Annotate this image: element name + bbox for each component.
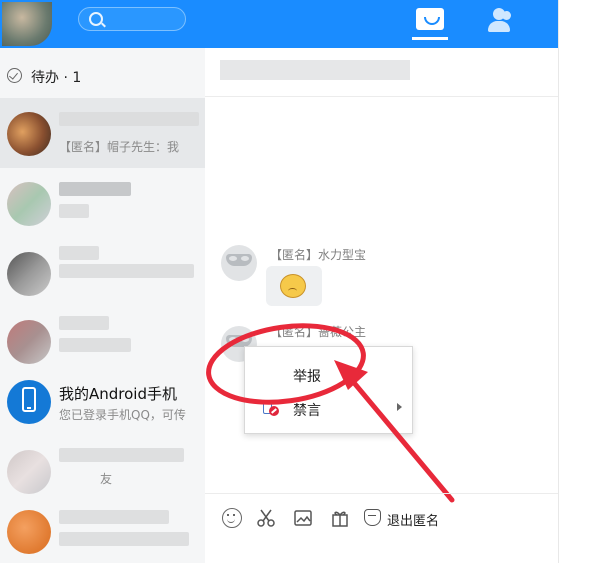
emoji-sticker-icon (280, 274, 306, 298)
avatar (7, 182, 51, 226)
avatar[interactable] (2, 2, 52, 46)
conv-title (59, 448, 184, 462)
exit-anonymous-button[interactable]: 退出匿名 (387, 510, 439, 529)
todo-header[interactable]: 待办 · 1 (0, 48, 205, 92)
menu-item-report[interactable]: 举报 (245, 359, 412, 389)
conv-preview: 【匿名】帽子先生：我 (59, 140, 180, 154)
anonymous-mask-icon[interactable] (364, 509, 381, 526)
list-item[interactable]: 【匿名】帽子先生：我 (0, 98, 205, 168)
top-bar (0, 0, 558, 48)
window-bottom (0, 563, 600, 583)
list-item[interactable]: 我的Android手机 您已登录手机QQ，可传 (0, 366, 205, 436)
list-item[interactable] (0, 238, 205, 308)
menu-item-mute[interactable]: 禁言 (245, 393, 412, 423)
search-icon[interactable] (89, 12, 103, 26)
conv-title: 我的Android手机 (59, 385, 177, 403)
chevron-right-icon (397, 403, 402, 411)
list-item[interactable] (0, 496, 205, 566)
avatar (7, 510, 51, 554)
conv-preview: 友 (100, 472, 113, 486)
avatar (7, 252, 51, 296)
conv-preview (59, 204, 89, 218)
menu-item-label: 禁言 (293, 403, 321, 419)
conv-title (59, 316, 109, 330)
divider (205, 96, 558, 97)
toolbar-divider (205, 493, 558, 494)
list-item[interactable] (0, 168, 205, 238)
avatar[interactable] (221, 245, 257, 281)
window-border (558, 0, 559, 563)
conv-preview (59, 264, 194, 278)
message-bubble[interactable] (266, 266, 322, 306)
avatar (7, 380, 51, 424)
conv-title (59, 246, 99, 260)
conversation-list: 待办 · 1 【匿名】帽子先生：我 我的Android手机 您已登录手机QQ，可… (0, 48, 205, 563)
avatar (7, 450, 51, 494)
conv-preview: 您已登录手机QQ，可传 (59, 408, 186, 422)
check-circle-icon (7, 68, 22, 83)
image-icon[interactable] (293, 508, 313, 528)
message-sender: 【匿名】水力型宝 (270, 248, 367, 262)
avatar (7, 112, 51, 156)
avatar (7, 320, 51, 364)
conv-title (59, 510, 169, 524)
emoji-icon[interactable] (222, 508, 242, 528)
conv-preview (59, 532, 189, 546)
message-icon[interactable] (412, 8, 448, 40)
conv-preview (59, 338, 131, 352)
phone-icon (22, 387, 36, 412)
context-menu: 举报 禁言 (244, 346, 413, 434)
message-sender: 【匿名】蔷薇公主 (270, 325, 367, 339)
conv-title (59, 112, 199, 126)
menu-item-label: 举报 (293, 369, 321, 385)
search-box[interactable] (78, 7, 186, 31)
todo-label: 待办 · 1 (31, 70, 82, 86)
chat-title (220, 60, 410, 80)
anonymous-mask-icon (226, 254, 252, 266)
contacts-icon[interactable] (484, 8, 514, 34)
gift-icon[interactable] (330, 508, 350, 528)
conv-title (59, 182, 131, 196)
mute-icon (263, 401, 279, 417)
scissors-icon[interactable] (256, 508, 276, 528)
